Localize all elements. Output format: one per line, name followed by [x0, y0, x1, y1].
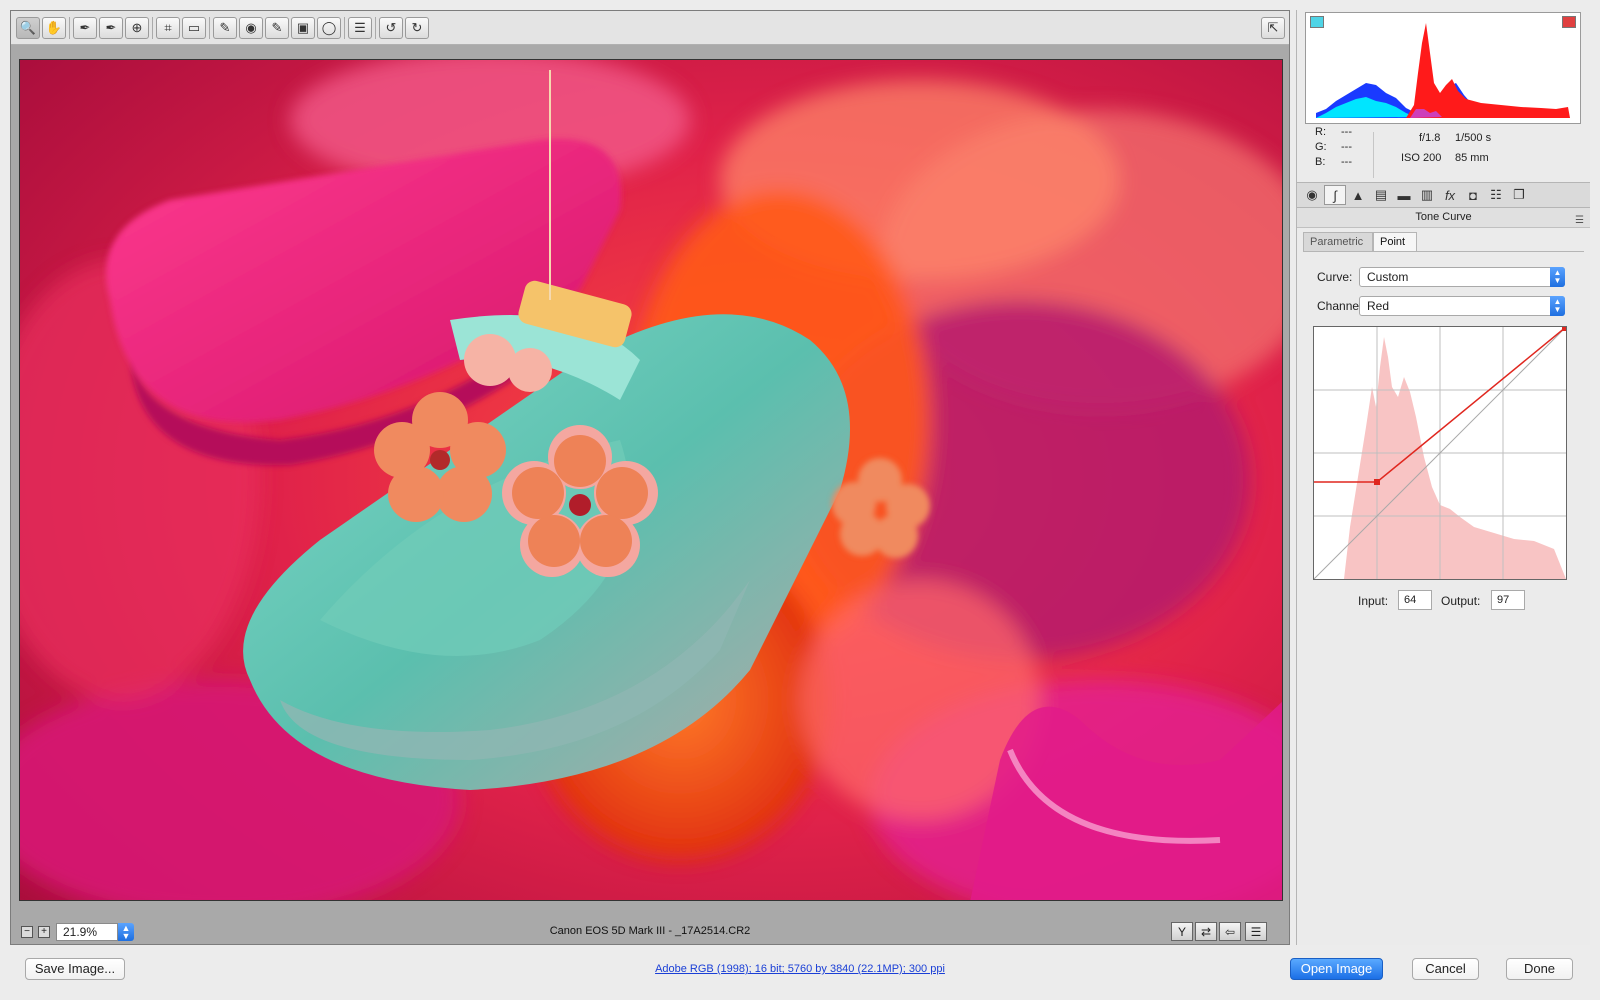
panel-title-label: Tone Curve [1415, 211, 1472, 223]
swap-settings-icon[interactable]: ⇄ [1195, 922, 1217, 941]
adjustment-brush-tool-icon[interactable]: ✎ [265, 17, 289, 39]
image-preview[interactable] [19, 59, 1283, 901]
iso-value: ISO 200 [1401, 152, 1442, 164]
shadow-clipping-icon[interactable] [1310, 16, 1324, 28]
r-value: --- [1341, 126, 1352, 138]
preview-pane: 🔍 ✋ ✒ ✒ ⊕ ⌗ ▭ ✎ ◉ ✎ ▣ ◯ ☰ ↺ ↻ ⇱ − + 21.9… [10, 10, 1290, 945]
channel-select-value: Red [1367, 299, 1390, 313]
subtab-divider [1303, 251, 1584, 252]
tab-camera-calibration-icon[interactable]: ◘ [1462, 185, 1484, 205]
tab-hsl-icon[interactable]: ▤ [1370, 185, 1392, 205]
radial-filter-tool-icon[interactable]: ◯ [317, 17, 341, 39]
tool-divider [152, 17, 153, 39]
readout-divider [1373, 132, 1374, 178]
tab-basic-icon[interactable]: ◉ [1301, 185, 1323, 205]
status-bar: − + 21.9% ▲ ▼ Canon EOS 5D Mark III - _17… [11, 918, 1289, 944]
channel-label: Channel: [1317, 299, 1366, 313]
camera-filename-label: Canon EOS 5D Mark III - _17A2514.CR2 [549, 925, 751, 937]
red-eye-removal-tool-icon[interactable]: ◉ [239, 17, 263, 39]
input-label: Input: [1358, 594, 1389, 608]
cancel-button[interactable]: Cancel [1412, 958, 1479, 980]
color-sampler-tool-icon[interactable]: ✒ [99, 17, 123, 39]
r-label: R: [1315, 126, 1326, 138]
highlight-clipping-icon[interactable] [1562, 16, 1576, 28]
tab-point[interactable]: Point [1373, 232, 1417, 252]
tool-divider [209, 17, 210, 39]
curve-canvas [1313, 326, 1567, 580]
before-after-icon[interactable]: Y [1171, 922, 1193, 941]
copy-settings-icon[interactable]: ⇦ [1219, 922, 1241, 941]
tool-divider [69, 17, 70, 39]
tab-detail-icon[interactable]: ▲ [1347, 185, 1369, 205]
output-field[interactable]: 97 [1491, 590, 1525, 610]
curve-point[interactable] [1374, 479, 1380, 485]
straighten-tool-icon[interactable]: ▭ [182, 17, 206, 39]
tone-curve-graph[interactable] [1313, 326, 1567, 580]
tool-divider [344, 17, 345, 39]
tab-presets-icon[interactable]: ☷ [1485, 185, 1507, 205]
tool-divider [375, 17, 376, 39]
targeted-adjustment-tool-icon[interactable]: ⊕ [125, 17, 149, 39]
rotate-left-icon[interactable]: ↺ [379, 17, 403, 39]
view-settings-icon[interactable]: ☰ [1245, 922, 1267, 941]
b-value: --- [1341, 156, 1352, 168]
spot-removal-tool-icon[interactable]: ✎ [213, 17, 237, 39]
channel-select[interactable]: Red ▲ ▼ [1359, 296, 1565, 316]
panel-title: Tone Curve ☰ [1297, 208, 1590, 228]
preferences-icon[interactable]: ☰ [348, 17, 372, 39]
histogram [1305, 12, 1581, 124]
g-label: G: [1315, 141, 1327, 153]
adjustments-panel: R: --- G: --- B: --- f/1.8 1/500 s ISO 200 … [1296, 10, 1590, 945]
open-image-button[interactable]: Open Image [1290, 958, 1383, 980]
chevron-updown-icon: ▲ ▼ [1550, 267, 1565, 287]
curve-select[interactable]: Custom ▲ ▼ [1359, 267, 1565, 287]
tab-effects-icon[interactable]: fx [1439, 185, 1461, 205]
done-button[interactable]: Done [1506, 958, 1573, 980]
hand-tool-icon[interactable]: ✋ [42, 17, 66, 39]
graduated-filter-tool-icon[interactable]: ▣ [291, 17, 315, 39]
focal-length-value: 85 mm [1455, 152, 1489, 164]
histogram-graph [1316, 23, 1570, 118]
white-balance-tool-icon[interactable]: ✒ [73, 17, 97, 39]
aperture-value: f/1.8 [1419, 132, 1441, 144]
panel-menu-icon[interactable]: ☰ [1575, 211, 1584, 230]
r-readout: R: --- [1315, 126, 1367, 138]
g-readout: G: --- [1315, 141, 1367, 153]
curve-select-value: Custom [1367, 270, 1409, 284]
input-field[interactable]: 64 [1398, 590, 1432, 610]
rotate-right-icon[interactable]: ↻ [405, 17, 429, 39]
crop-tool-icon[interactable]: ⌗ [156, 17, 180, 39]
info-readout: R: --- G: --- B: --- f/1.8 1/500 s ISO 200 … [1297, 126, 1590, 180]
curve-label: Curve: [1317, 270, 1353, 284]
tab-tone-curve-icon[interactable]: ∫ [1324, 185, 1346, 205]
curve-endpoint[interactable] [1562, 327, 1566, 331]
output-label: Output: [1441, 594, 1481, 608]
tab-parametric[interactable]: Parametric [1303, 232, 1373, 252]
tab-snapshots-icon[interactable]: ❐ [1508, 185, 1530, 205]
photo-canvas [20, 60, 1282, 900]
b-readout: B: --- [1315, 156, 1367, 168]
shutter-value: 1/500 s [1455, 132, 1492, 144]
fullscreen-icon[interactable]: ⇱ [1261, 17, 1285, 39]
tool-bar: 🔍 ✋ ✒ ✒ ⊕ ⌗ ▭ ✎ ◉ ✎ ▣ ◯ ☰ ↺ ↻ ⇱ [11, 11, 1289, 45]
tab-lens-corrections-icon[interactable]: ▥ [1416, 185, 1438, 205]
zoom-tool-icon[interactable]: 🔍 [16, 17, 40, 39]
g-value: --- [1341, 141, 1352, 153]
panel-tab-bar: ◉ ∫ ▲ ▤ ▬ ▥ fx ◘ ☷ ❐ [1297, 182, 1590, 208]
b-label: B: [1315, 156, 1326, 168]
chevron-updown-icon: ▲ ▼ [1550, 296, 1565, 316]
tab-split-toning-icon[interactable]: ▬ [1393, 185, 1415, 205]
